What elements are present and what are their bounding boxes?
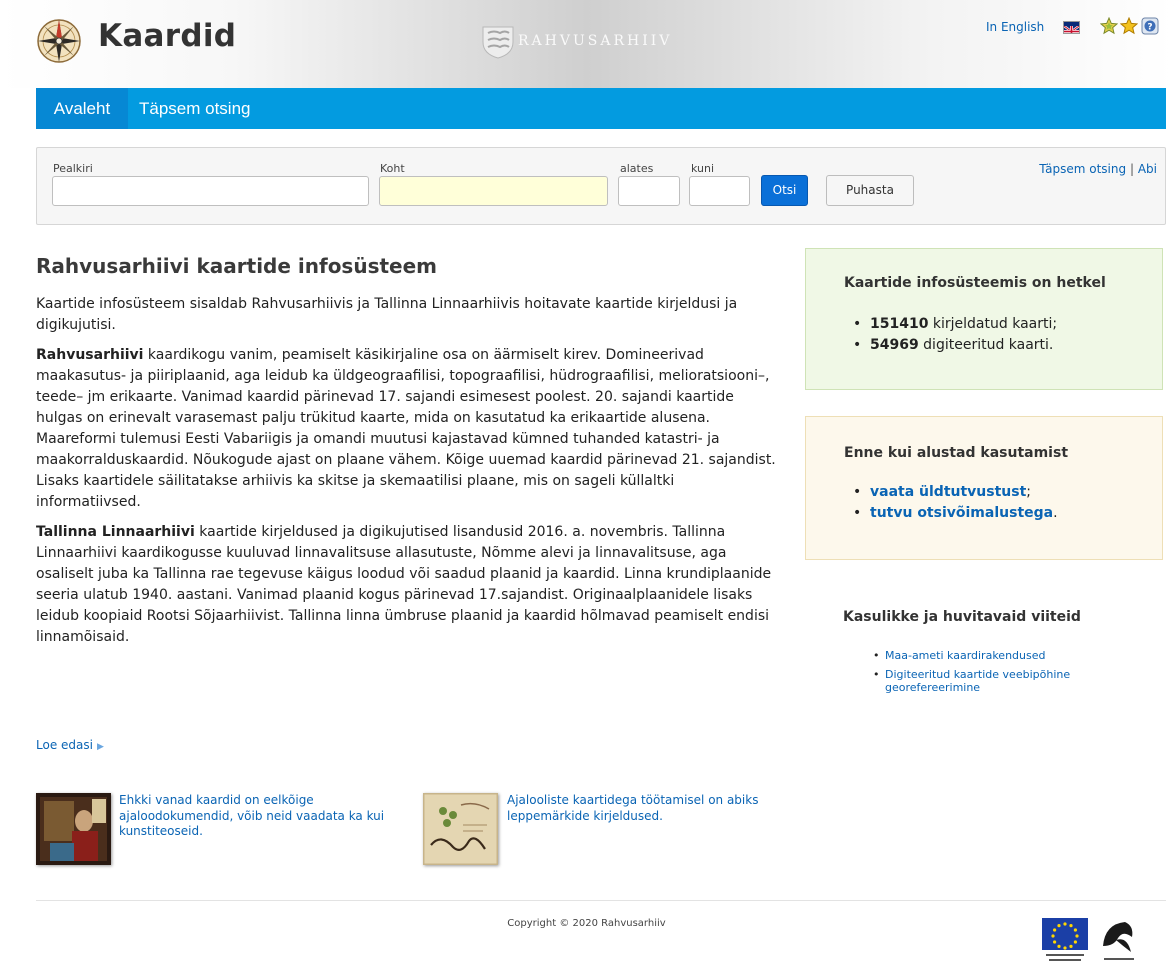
digitized-label: digiteeritud kaarti. [918,337,1054,353]
map-legend-thumbnail[interactable] [423,793,498,865]
search-options-link[interactable]: tutvu otsivõimalustega [870,505,1053,521]
described-count: 151410 [870,316,929,332]
main-nav: Avaleht Täpsem otsing [36,88,1166,129]
help-link[interactable]: Abi [1138,162,1157,176]
getting-started-box: Enne kui alustad kasutamist vaata üldtut… [805,416,1163,560]
kuni-input[interactable] [689,176,750,206]
stats-box: Kaartide infosüsteemis on hetkel 151410 … [805,248,1163,390]
intro-paragraph: Kaartide infosüsteem sisaldab Rahvusarhi… [36,296,738,333]
useful-links-list: Maa-ameti kaardirakendused Digiteeritud … [873,649,1145,700]
overview-link[interactable]: vaata üldtutvustust [870,484,1026,500]
list-item: Digiteeritud kaartide veebipõhine georef… [873,668,1145,695]
copyright: Copyright © 2020 Rahvusarhiiv [507,918,666,929]
nav-avaleht[interactable]: Avaleht [36,88,128,129]
archive-name: RAHVUSARHIIV [518,33,673,49]
rahvusarhiiv-name: Rahvusarhiivi [36,347,144,363]
digitized-count: 54969 [870,337,919,353]
stats-title: Kaartide infosüsteemis on hetkel [844,275,1106,291]
list-item: vaata üldtutvustust; [853,482,1058,503]
stats-item: 54969 digiteeritud kaarti. [853,335,1057,356]
painting-thumbnail[interactable] [36,793,111,865]
list-suffix: . [1053,505,1058,521]
language-link[interactable]: In English [986,20,1044,34]
advanced-search-link[interactable]: Täpsem otsing [1039,162,1126,176]
alates-label: alates [620,162,654,175]
eu-flag-icon[interactable] [1040,918,1090,966]
star-icon[interactable] [1120,17,1138,35]
kuni-label: kuni [691,162,715,175]
list-item: tutvu otsivõimalustega. [853,503,1058,524]
search-panel: Pealkiri Koht alates kuni Otsi Puhasta T… [36,147,1166,225]
koht-input[interactable] [379,176,608,206]
pealkiri-label: Pealkiri [53,162,93,175]
legend-teaser-link[interactable]: Ajalooliste kaartidega töötamisel on abi… [507,793,797,824]
uk-flag-icon[interactable] [1063,21,1080,34]
read-more-label: Loe edasi [36,738,93,752]
maa-amet-link[interactable]: Maa-ameti kaardirakendused [885,649,1045,662]
page-title: Rahvusarhiivi kaartide infosüsteem [36,254,438,278]
search-links: Täpsem otsing | Abi [1039,162,1157,176]
page: Kaardid RAHVUSARHIIV In English ? Avaleh… [0,0,1173,974]
svg-text:?: ? [1147,22,1152,32]
stats-list: 151410 kirjeldatud kaarti; 54969 digitee… [853,314,1058,356]
described-label: kirjeldatud kaarti; [928,316,1058,332]
stats-item: 151410 kirjeldatud kaarti; [853,314,1058,335]
georeferencing-link[interactable]: Digiteeritud kaartide veebipõhine georef… [885,668,1070,695]
archive-crest-icon [482,26,514,59]
rahvusarhiiv-paragraph: Rahvusarhiivi kaardikogu vanim, peamisel… [36,345,776,513]
koht-label: Koht [380,162,405,175]
linnaarhiiv-text: kaartide kirjeldused ja digikujutised li… [36,524,772,645]
help-icon[interactable]: ? [1141,17,1159,35]
linnaarhiiv-paragraph: Tallinna Linnaarhiivi kaartide kirjeldus… [36,522,776,648]
estonia-logo-icon[interactable] [1101,918,1137,966]
footer-divider [36,900,1166,901]
linnaarhiiv-name: Tallinna Linnaarhiivi [36,524,195,540]
compass-rose-icon[interactable] [36,18,82,64]
search-button[interactable]: Otsi [761,175,808,206]
link-separator: | [1129,162,1134,176]
star-outline-icon[interactable] [1100,17,1118,35]
nav-tapsem-otsing[interactable]: Täpsem otsing [139,88,251,129]
rahvusarhiiv-text: kaardikogu vanim, peamiselt käsikirjalin… [36,347,776,510]
header: Kaardid RAHVUSARHIIV In English ? [0,0,1173,88]
clear-button[interactable]: Puhasta [826,175,914,206]
alates-input[interactable] [618,176,680,206]
site-title[interactable]: Kaardid [98,18,236,54]
pealkiri-input[interactable] [52,176,369,206]
arrow-right-icon: ▶ [96,742,104,752]
list-item: Maa-ameti kaardirakendused [873,649,1145,663]
art-teaser-link[interactable]: Ehkki vanad kaardid on eelkõige ajaloodo… [119,793,409,840]
read-more-link[interactable]: Loe edasi ▶ [36,738,104,752]
getting-started-title: Enne kui alustad kasutamist [844,445,1069,461]
useful-links-title: Kasulikke ja huvitavaid viiteid [843,609,1081,625]
getting-started-list: vaata üldtutvustust; tutvu otsivõimalust… [853,482,1058,524]
main-content: Rahvusarhiivi kaartide infosüsteem Kaart… [36,253,776,657]
list-suffix: ; [1026,484,1032,500]
